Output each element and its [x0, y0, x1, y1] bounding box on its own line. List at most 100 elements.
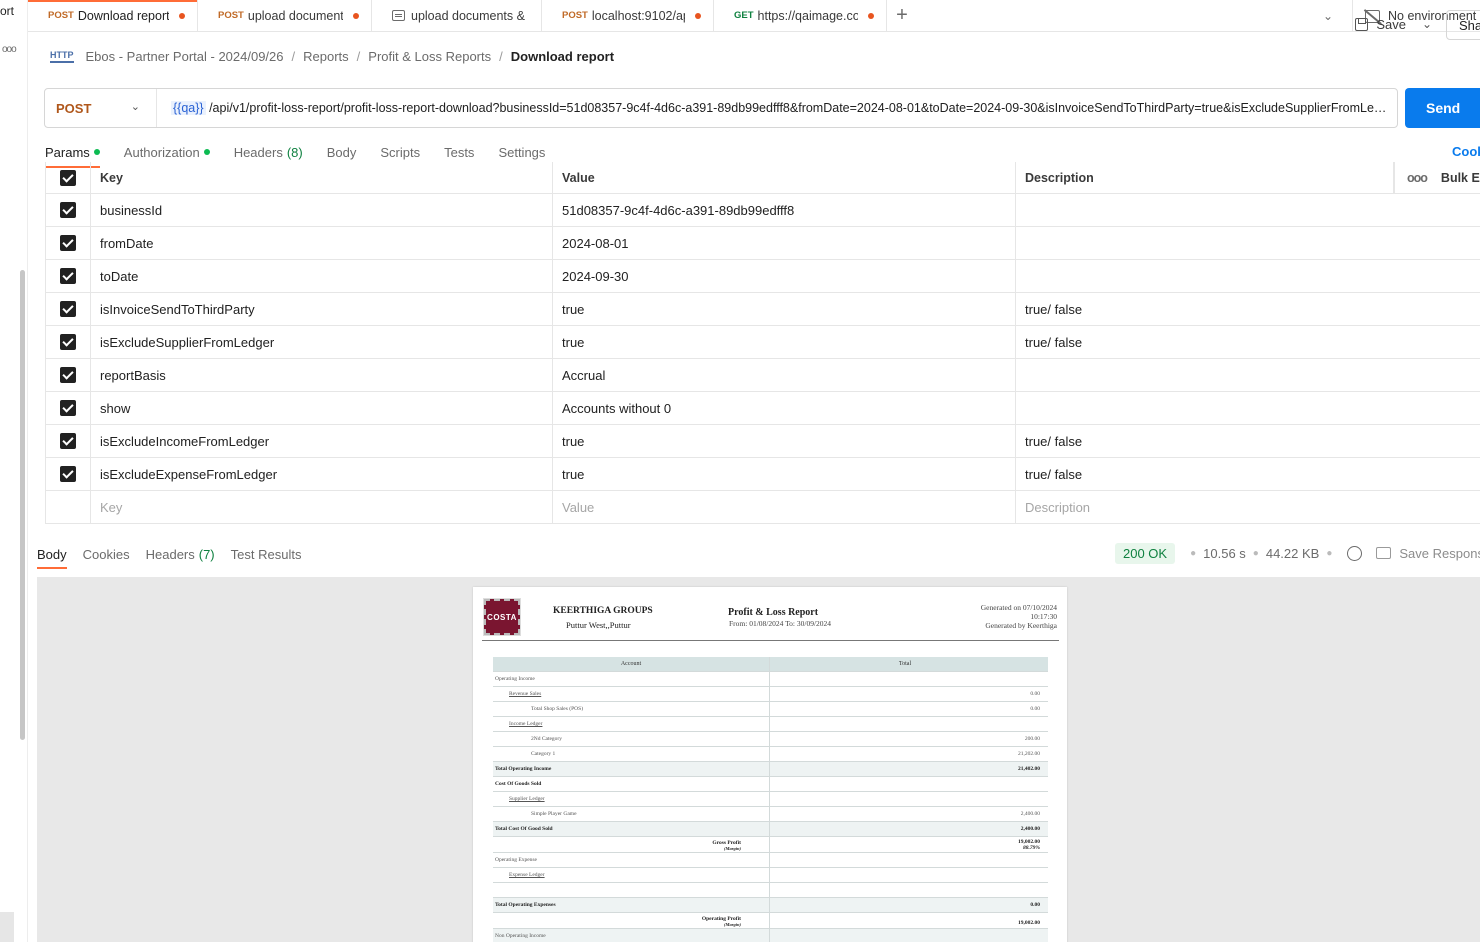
save-options-chevron-icon[interactable]: ⌄ [1422, 12, 1432, 36]
request-tab[interactable]: GEThttps://qaimage.codelar [714, 0, 887, 31]
request-tab-label: https://qaimage.codelar [757, 8, 858, 23]
method-badge: GET [734, 10, 754, 21]
request-tab[interactable]: POSTupload documents & g [198, 0, 372, 31]
param-description[interactable]: true/ false [1016, 425, 1480, 457]
param-key[interactable]: isExcludeExpenseFromLedger [91, 458, 553, 490]
param-value[interactable]: 2024-08-01 [553, 227, 1016, 259]
param-key[interactable]: fromDate [91, 227, 553, 259]
param-checkbox-cell [45, 293, 91, 325]
param-enabled-checkbox[interactable] [60, 367, 76, 383]
share-button[interactable]: Sha [1446, 10, 1480, 40]
new-key-input[interactable]: Key [91, 491, 553, 523]
param-description[interactable]: true/ false [1016, 293, 1480, 325]
sidebar-scrollbar[interactable] [20, 270, 25, 740]
param-description[interactable] [1016, 260, 1480, 292]
send-button[interactable]: Send [1405, 88, 1480, 128]
more-options-icon[interactable]: ooo [2, 44, 17, 55]
breadcrumb-separator: / [291, 48, 296, 64]
param-value[interactable]: 51d08357-9c4f-4d6c-a391-89db99edfff8 [553, 194, 1016, 226]
param-key[interactable]: businessId [91, 194, 553, 226]
param-enabled-checkbox[interactable] [60, 433, 76, 449]
param-description[interactable] [1016, 227, 1480, 259]
param-description[interactable]: true/ false [1016, 458, 1480, 490]
param-value[interactable]: Accrual [553, 359, 1016, 391]
param-value[interactable]: Accounts without 0 [553, 392, 1016, 424]
param-key[interactable]: reportBasis [91, 359, 553, 391]
response-tab-cookies[interactable]: Cookies [83, 540, 130, 568]
bulk-edit-button[interactable]: ooo Bulk Edit [1394, 162, 1480, 193]
unsaved-changes-dot [868, 12, 874, 19]
breadcrumb-item[interactable]: Ebos - Partner Portal - 2024/09/26 [86, 49, 284, 64]
request-tab[interactable]: POST Download report [28, 0, 198, 31]
param-description[interactable]: true/ false [1016, 326, 1480, 358]
new-tab-plus-icon[interactable]: + [887, 0, 917, 31]
param-key[interactable]: toDate [91, 260, 553, 292]
response-tab-headers[interactable]: Headers (7) [146, 540, 215, 568]
param-enabled-checkbox[interactable] [60, 301, 76, 317]
param-description[interactable] [1016, 359, 1480, 391]
operating-profit-value: 19,002.00 [1018, 919, 1040, 926]
param-description[interactable] [1016, 392, 1480, 424]
sidebar-footer-block [0, 912, 14, 942]
param-enabled-checkbox[interactable] [60, 400, 76, 416]
save-button[interactable]: Save [1355, 12, 1406, 36]
param-key[interactable]: isExcludeSupplierFromLedger [91, 326, 553, 358]
param-row: toDate 2024-09-30 [45, 260, 1480, 293]
more-options-icon[interactable]: ooo [1407, 171, 1428, 185]
param-key[interactable]: isExcludeIncomeFromLedger [91, 425, 553, 457]
response-meta: 200 OK ● 10.56 s ● 44.22 KB ● Save Respo… [1115, 542, 1480, 564]
breadcrumb: HTTP Ebos - Partner Portal - 2024/09/26 /… [28, 32, 1480, 80]
param-enabled-checkbox[interactable] [60, 235, 76, 251]
active-indicator-dot [93, 149, 100, 155]
param-value[interactable]: true [553, 293, 1016, 325]
report-row-total: 21,202.00 [1018, 751, 1040, 757]
tabs-overflow-chevron-icon[interactable]: ⌄ [1316, 0, 1340, 32]
left-rail-label[interactable]: ort [0, 4, 22, 18]
response-time[interactable]: 10.56 s [1203, 546, 1246, 561]
chevron-down-icon: ⌄ [130, 101, 140, 113]
select-all-checkbox[interactable] [60, 169, 76, 186]
network-globe-icon[interactable] [1347, 545, 1363, 561]
request-tab[interactable]: upload documents & get [372, 0, 542, 31]
report-row-total [770, 672, 1048, 686]
param-checkbox-cell [45, 359, 91, 391]
bulk-edit-label: Bulk Edit [1440, 170, 1480, 185]
report-row: Total Operating Income 21,402.00 [493, 762, 1048, 777]
save-response-button[interactable]: Save Response [1376, 546, 1480, 561]
param-enabled-checkbox[interactable] [60, 466, 76, 482]
report-row-total [770, 883, 1048, 897]
breadcrumb-item[interactable]: Reports [303, 49, 349, 64]
breadcrumb-current[interactable]: Download report [511, 49, 614, 64]
param-description[interactable] [1016, 194, 1480, 226]
response-size[interactable]: 44.22 KB [1266, 546, 1320, 561]
url-variable[interactable]: {{qa}} [171, 101, 206, 115]
param-enabled-checkbox[interactable] [60, 202, 76, 218]
response-tab-body[interactable]: Body [37, 540, 67, 569]
param-value[interactable]: 2024-09-30 [553, 260, 1016, 292]
tab-label: Scripts [380, 144, 421, 160]
cookies-link[interactable]: Cookies [1452, 144, 1480, 159]
meta-separator: ● [1326, 547, 1333, 559]
report-row: Category 1 21,202.00 [493, 747, 1048, 762]
status-badge[interactable]: 200 OK [1115, 542, 1176, 564]
param-value[interactable]: true [553, 326, 1016, 358]
param-enabled-checkbox[interactable] [60, 334, 76, 350]
method-select[interactable]: POST ⌄ [45, 89, 157, 127]
param-key[interactable]: show [91, 392, 553, 424]
url-input[interactable]: {{qa}} /api/v1/profit-loss-report/profit… [157, 101, 1397, 115]
report-range: From: 01/08/2024 To: 30/09/2024 [729, 619, 832, 628]
new-description-input[interactable]: Description [1016, 491, 1480, 523]
company-address: Puttur West,,Puttur [566, 620, 631, 630]
new-value-input[interactable]: Value [553, 491, 1016, 523]
response-tab-test-results[interactable]: Test Results [231, 540, 302, 568]
response-body-viewer[interactable]: COSTA KEERTHIGA GROUPS Puttur West,,Putt… [37, 577, 1480, 942]
param-value[interactable]: true [553, 458, 1016, 490]
param-enabled-checkbox[interactable] [60, 268, 76, 284]
report-row-account: 2Nd Category [493, 732, 770, 746]
request-tab[interactable]: POSTlocalhost:9102/api/v1/: [542, 0, 714, 31]
param-value[interactable]: true [553, 425, 1016, 457]
param-key[interactable]: isInvoiceSendToThirdParty [91, 293, 553, 325]
report-row-total [770, 853, 1048, 867]
breadcrumb-item[interactable]: Profit & Loss Reports [368, 49, 491, 64]
report-row-account: Cost Of Goods Sold [493, 777, 770, 791]
